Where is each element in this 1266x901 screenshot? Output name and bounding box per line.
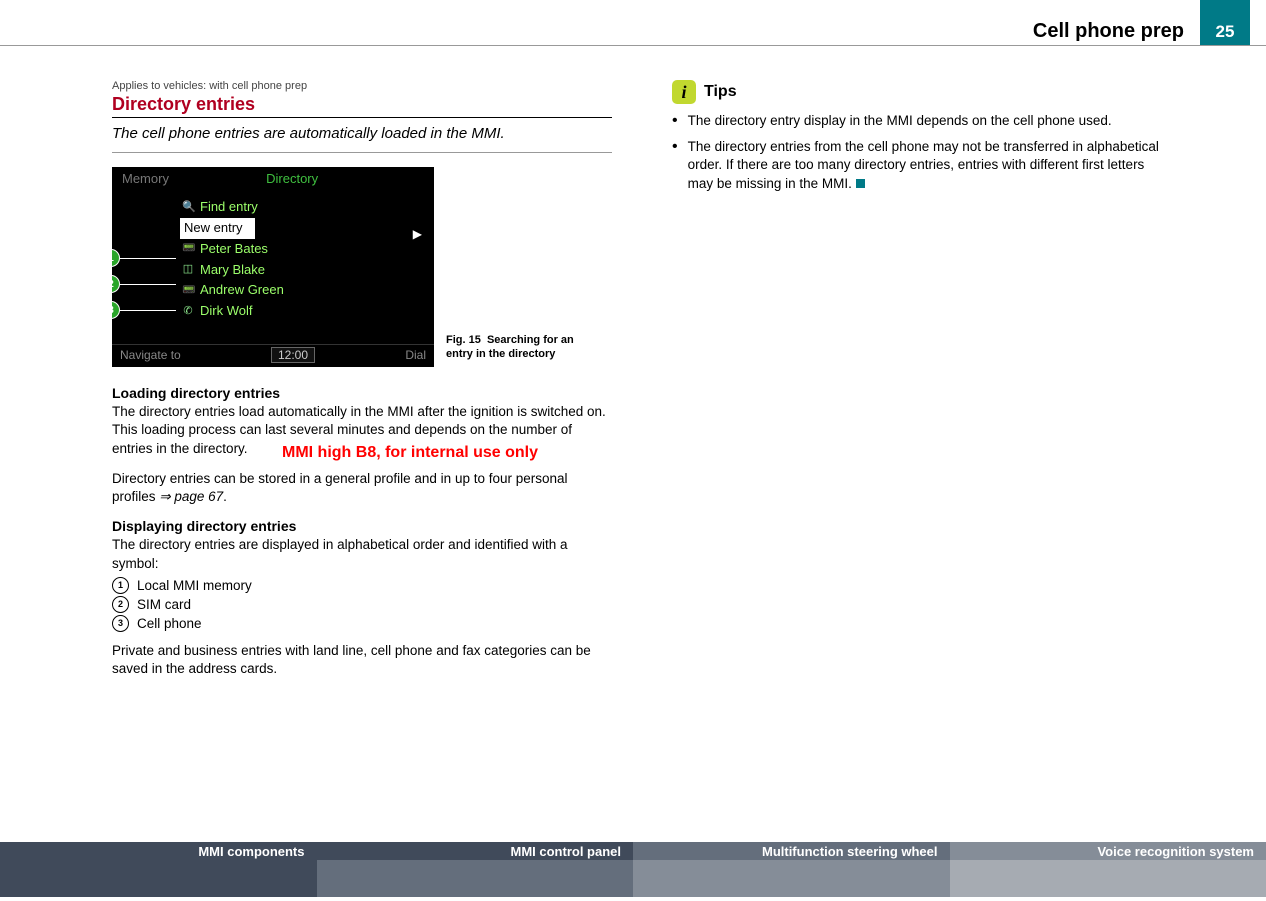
footer-tab-control-panel[interactable]: MMI control panel (317, 842, 634, 897)
mmi-item-new: New entry (180, 218, 255, 239)
mmi-contact-2: Mary Blake (200, 260, 265, 281)
mmi-item-find: Find entry (200, 197, 258, 218)
section-title: Directory entries (112, 94, 612, 118)
info-icon: i (672, 80, 696, 104)
mmi-screenshot: Memory Directory X 🔍Find entry New entry… (112, 167, 434, 367)
mmi-bottom-left: Navigate to (120, 348, 181, 362)
sim-icon: ◫ (182, 261, 194, 279)
storage-icon: 📟 (182, 282, 194, 300)
figure-caption: Fig. 15 Searching for an entry in the di… (446, 333, 576, 368)
tip-1-text: The directory entry display in the MMI d… (688, 112, 1112, 130)
tip-2: The directory entries from the cell phon… (672, 138, 1172, 193)
header-divider: Cell phone prep (0, 22, 1266, 46)
tips-heading: i Tips (672, 80, 1172, 104)
mmi-contact-4: Dirk Wolf (200, 301, 252, 322)
num-circle-1: 1 (112, 577, 129, 594)
search-icon: 🔍 (182, 199, 194, 217)
body-para-4: Private and business entries with land l… (112, 642, 612, 678)
callout-2: 2 (112, 275, 120, 293)
numbered-list: 1 Local MMI memory 2 SIM card 3 Cell pho… (112, 577, 612, 632)
content-area: Applies to vehicles: with cell phone pre… (112, 80, 1172, 690)
list-item: 3 Cell phone (112, 615, 612, 632)
tip-1: The directory entry display in the MMI d… (672, 112, 1172, 130)
mmi-item-list: 🔍 Find entry New entry 📟 Peter Bates ◫ Mary… (182, 197, 284, 322)
tab-label: Voice recognition system (1097, 844, 1254, 859)
callout-1: 1 (112, 249, 120, 267)
phone-icon: ✆ (182, 303, 194, 321)
footer-tab-components[interactable]: MMI components (0, 842, 317, 897)
figure-number: Fig. 15 (446, 334, 481, 346)
tab-label: Multifunction steering wheel (762, 844, 938, 859)
header-title: Cell phone prep (1033, 20, 1184, 43)
list-item: 2 SIM card (112, 596, 612, 613)
applies-note: Applies to vehicles: with cell phone pre… (112, 80, 612, 92)
mmi-top-left: Memory (122, 171, 169, 186)
tab-label: MMI control panel (511, 844, 622, 859)
tab-label: MMI components (198, 844, 304, 859)
footer-tab-voice-recognition[interactable]: Voice recognition system (950, 842, 1266, 897)
storage-icon: 📟 (182, 240, 194, 258)
list-text-3: Cell phone (137, 616, 202, 631)
mmi-contact-1: Peter Bates (200, 239, 268, 260)
tip-2-text: The directory entries from the cell phon… (688, 138, 1172, 193)
figure-row: Memory Directory X 🔍Find entry New entry… (112, 167, 612, 367)
watermark-text: MMI high B8, for internal use only (282, 444, 538, 462)
mmi-clock: 12:00 (271, 347, 315, 363)
list-text-1: Local MMI memory (137, 578, 252, 593)
body-para-3: The directory entries are displayed in a… (112, 536, 612, 572)
mmi-top-center: Directory (266, 171, 318, 186)
end-marker-icon (856, 179, 865, 188)
list-text-2: SIM card (137, 597, 191, 612)
mmi-bottom-right: Dial (405, 348, 426, 362)
mmi-contact-3: Andrew Green (200, 280, 284, 301)
body-para-2: Directory entries can be stored in a gen… (112, 470, 612, 506)
tip-2-content: The directory entries from the cell phon… (688, 139, 1159, 190)
num-circle-3: 3 (112, 615, 129, 632)
subheading-loading: Loading directory entries (112, 385, 612, 401)
callout-markers: 1 2 3 (112, 249, 120, 327)
page-ref-link[interactable]: ⇒ page 67 (159, 489, 223, 504)
subheading-displaying: Displaying directory entries (112, 518, 612, 534)
para2-part-b: . (223, 489, 227, 504)
footer-tab-steering-wheel[interactable]: Multifunction steering wheel (633, 842, 950, 897)
footer-tabs: MMI components MMI control panel Multifu… (0, 842, 1266, 897)
right-column: i Tips The directory entry display in th… (672, 80, 1172, 690)
num-circle-2: 2 (112, 596, 129, 613)
callout-3: 3 (112, 301, 120, 319)
tips-label: Tips (704, 83, 737, 101)
list-item: 1 Local MMI memory (112, 577, 612, 594)
scroll-arrow-icon: ▶ (413, 227, 422, 241)
left-column: Applies to vehicles: with cell phone pre… (112, 80, 612, 690)
section-intro: The cell phone entries are automatically… (112, 124, 612, 153)
